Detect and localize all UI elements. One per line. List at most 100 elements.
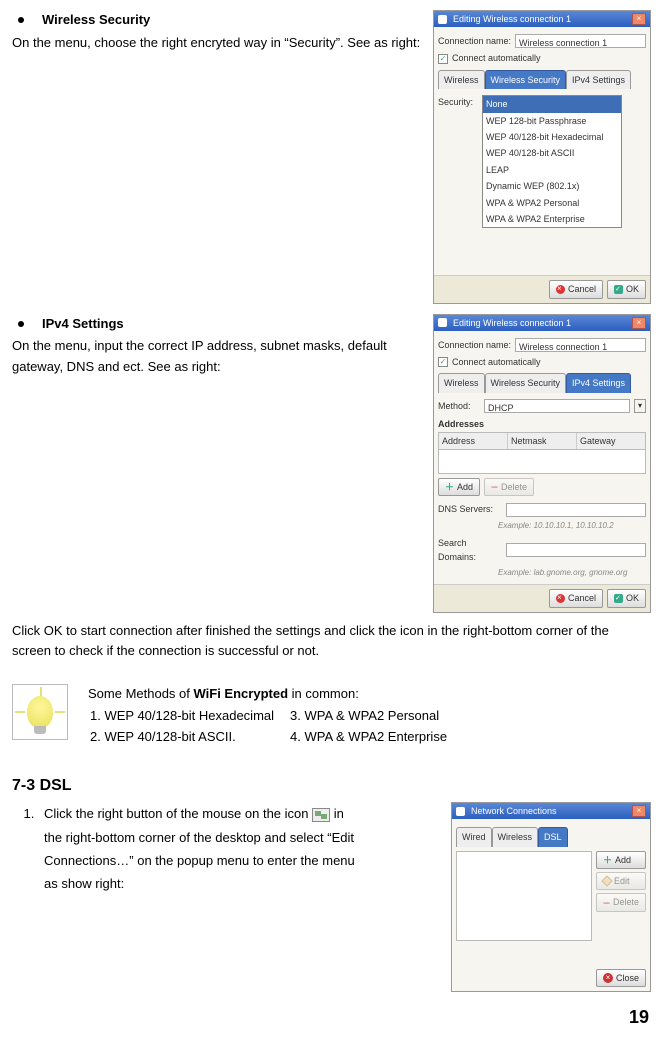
tabs: Wired Wireless DSL xyxy=(456,827,646,846)
connect-auto-checkbox[interactable]: ✓ Connect automatically xyxy=(438,51,646,65)
addresses-table-body[interactable] xyxy=(438,450,646,474)
security-option[interactable]: WEP 128-bit Passphrase xyxy=(483,113,621,129)
tab-wireless[interactable]: Wireless xyxy=(438,70,485,89)
connection-name-row: Connection name: Wireless connection 1 xyxy=(438,34,646,48)
close-icon[interactable]: × xyxy=(632,317,646,329)
security-option[interactable]: Dynamic WEP (802.1x) xyxy=(483,178,621,194)
connect-auto-label: Connect automatically xyxy=(452,51,541,65)
section-dsl: Network Connections × Wired Wireless DSL… xyxy=(12,802,651,992)
tab-wireless-security[interactable]: Wireless Security xyxy=(485,373,567,392)
dialog-button-row: Cancel OK xyxy=(434,275,650,302)
connection-name-label: Connection name: xyxy=(438,34,511,48)
security-option-none[interactable]: None xyxy=(483,96,621,112)
security-dropdown[interactable]: None WEP 128-bit Passphrase WEP 40/128-b… xyxy=(482,95,622,228)
connect-auto-checkbox[interactable]: ✓ Connect automatically xyxy=(438,355,646,369)
section-ipv4: Editing Wireless connection 1 × Connecti… xyxy=(12,314,651,613)
window-icon xyxy=(438,318,447,327)
pencil-icon xyxy=(601,876,612,887)
close-button[interactable]: ×Close xyxy=(596,969,646,987)
addresses-table-header: Address Netmask Gateway xyxy=(438,432,646,450)
connection-name-row: Connection name: Wireless connection 1 xyxy=(438,338,646,352)
dns-example: Example: 10.10.10.1, 10.10.10.2 xyxy=(438,520,646,533)
edit-button[interactable]: Edit xyxy=(596,872,646,890)
section-wireless-security: Editing Wireless connection 1 × Connecti… xyxy=(12,10,651,304)
checkbox-icon: ✓ xyxy=(438,54,448,64)
method-select[interactable]: DHCP xyxy=(484,399,630,413)
add-button[interactable]: ＋Add xyxy=(596,851,646,869)
connection-name-input[interactable]: Wireless connection 1 xyxy=(515,34,646,48)
screenshot-wireless-security: Editing Wireless connection 1 × Connecti… xyxy=(433,10,651,304)
dns-input[interactable] xyxy=(506,503,646,517)
screenshot-network-connections: Network Connections × Wired Wireless DSL… xyxy=(451,802,651,992)
network-icon xyxy=(312,808,330,822)
security-option[interactable]: WPA & WPA2 Enterprise xyxy=(483,211,621,227)
col-gateway: Gateway xyxy=(577,433,645,449)
search-domains-input[interactable] xyxy=(506,543,646,557)
window-icon xyxy=(456,807,465,816)
window-titlebar: Network Connections × xyxy=(452,803,650,819)
page-number: 19 xyxy=(629,1003,649,1032)
ok-icon xyxy=(614,285,623,294)
tab-wireless[interactable]: Wireless xyxy=(438,373,485,392)
col-netmask: Netmask xyxy=(508,433,577,449)
cancel-button[interactable]: Cancel xyxy=(549,589,603,607)
para-ipv4: On the menu, input the correct IP addres… xyxy=(12,336,392,378)
dialog-button-row: Cancel OK xyxy=(434,584,650,611)
dns-label: DNS Servers: xyxy=(438,502,502,516)
close-icon[interactable]: × xyxy=(632,13,646,25)
security-option[interactable]: LEAP xyxy=(483,162,621,178)
add-button[interactable]: ＋Add xyxy=(438,478,480,496)
tab-ipv4[interactable]: IPv4 Settings xyxy=(566,70,631,89)
bullet-icon xyxy=(18,17,24,23)
connection-name-input[interactable]: Wireless connection 1 xyxy=(515,338,646,352)
ok-button[interactable]: OK xyxy=(607,589,646,607)
tab-dsl[interactable]: DSL xyxy=(538,827,568,846)
para-after: Click OK to start connection after finis… xyxy=(12,621,651,663)
tab-ipv4[interactable]: IPv4 Settings xyxy=(566,373,631,392)
addresses-heading: Addresses xyxy=(438,417,646,431)
connect-auto-label: Connect automatically xyxy=(452,355,541,369)
tab-wireless[interactable]: Wireless xyxy=(492,827,539,846)
security-label: Security: xyxy=(438,95,478,109)
tab-wireless-security[interactable]: Wireless Security xyxy=(485,70,567,89)
cancel-icon xyxy=(556,594,565,603)
tab-wired[interactable]: Wired xyxy=(456,827,492,846)
tip-text: Some Methods of WiFi Encrypted in common… xyxy=(88,684,463,749)
dsl-step-1: Click the right button of the mouse on t… xyxy=(38,802,358,896)
window-title: Editing Wireless connection 1 xyxy=(453,12,571,26)
tabs: Wireless Wireless Security IPv4 Settings xyxy=(438,373,646,392)
window-icon xyxy=(438,15,447,24)
ok-button[interactable]: OK xyxy=(607,280,646,298)
search-domains-label: Search Domains: xyxy=(438,536,502,565)
close-x-icon: × xyxy=(603,973,613,983)
security-option[interactable]: WEP 40/128-bit Hexadecimal xyxy=(483,129,621,145)
bullet-icon xyxy=(18,321,24,327)
cancel-button[interactable]: Cancel xyxy=(549,280,603,298)
para-wireless-security: On the menu, choose the right encryted w… xyxy=(12,33,432,54)
ok-icon xyxy=(614,594,623,603)
screenshot-ipv4: Editing Wireless connection 1 × Connecti… xyxy=(433,314,651,613)
connections-list[interactable] xyxy=(456,851,592,941)
method-label: Method: xyxy=(438,399,480,413)
delete-button[interactable]: −Delete xyxy=(484,478,534,496)
col-address: Address xyxy=(439,433,508,449)
delete-button[interactable]: −Delete xyxy=(596,893,646,911)
lightbulb-icon xyxy=(12,684,68,740)
search-domains-example: Example: lab.gnome.org, gnome.org xyxy=(438,567,646,580)
heading-ipv4: IPv4 Settings xyxy=(12,314,433,335)
tip-box: Some Methods of WiFi Encrypted in common… xyxy=(12,684,651,749)
minus-icon: − xyxy=(491,483,498,491)
tabs: Wireless Wireless Security IPv4 Settings xyxy=(438,70,646,89)
cancel-icon xyxy=(556,285,565,294)
checkbox-icon: ✓ xyxy=(438,357,448,367)
minus-icon: − xyxy=(603,899,610,907)
security-option[interactable]: WPA & WPA2 Personal xyxy=(483,195,621,211)
chevron-down-icon: ▾ xyxy=(634,399,646,413)
window-titlebar: Editing Wireless connection 1 × xyxy=(434,11,650,27)
connection-name-label: Connection name: xyxy=(438,338,511,352)
window-titlebar: Editing Wireless connection 1 × xyxy=(434,315,650,331)
close-icon[interactable]: × xyxy=(632,805,646,817)
plus-icon: ＋ xyxy=(445,480,454,494)
security-option[interactable]: WEP 40/128-bit ASCII xyxy=(483,145,621,161)
plus-icon: ＋ xyxy=(603,853,612,867)
